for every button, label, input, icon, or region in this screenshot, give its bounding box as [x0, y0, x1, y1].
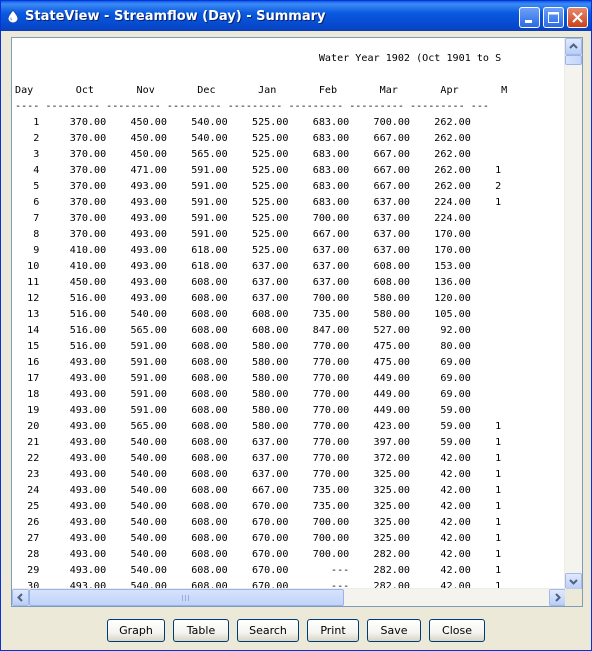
close-window-button[interactable] — [567, 7, 588, 28]
scroll-left-button[interactable] — [12, 589, 29, 606]
vertical-scrollbar[interactable] — [564, 38, 582, 590]
report-scroll-pane[interactable]: Water Year 1902 (Oct 1901 to S Day Oct N… — [11, 37, 583, 607]
horizontal-scrollbar[interactable] — [12, 588, 566, 606]
water-drop-icon — [7, 9, 19, 23]
maximize-button[interactable] — [543, 7, 564, 28]
window-title: StateView - Streamflow (Day) - Summary — [25, 9, 326, 24]
save-button[interactable]: Save — [367, 619, 421, 642]
search-button[interactable]: Search — [237, 619, 299, 642]
vertical-scroll-thumb[interactable] — [565, 55, 582, 65]
arrow-left-icon — [17, 593, 23, 602]
streamflow-report-text[interactable]: Water Year 1902 (Oct 1901 to S Day Oct N… — [15, 51, 507, 590]
horizontal-scroll-thumb[interactable] — [29, 589, 344, 606]
scroll-right-button[interactable] — [549, 589, 566, 606]
scroll-down-button[interactable] — [565, 573, 582, 590]
arrow-up-icon — [569, 43, 578, 49]
title-bar[interactable]: StateView - Streamflow (Day) - Summary — [1, 1, 591, 31]
scroll-up-button[interactable] — [565, 38, 582, 55]
graph-button[interactable]: Graph — [107, 619, 165, 642]
thumb-grip — [188, 595, 189, 601]
table-button[interactable]: Table — [173, 619, 229, 642]
arrow-down-icon — [569, 579, 578, 585]
close-icon — [572, 12, 583, 23]
print-button[interactable]: Print — [307, 619, 359, 642]
arrow-right-icon — [555, 593, 561, 602]
close-button[interactable]: Close — [429, 619, 485, 642]
minimize-button[interactable] — [519, 7, 540, 28]
scrollbar-corner — [565, 589, 582, 606]
maximize-icon — [548, 12, 559, 23]
minimize-icon — [525, 20, 532, 23]
button-bar: Graph Table Search Print Save Close — [1, 619, 591, 645]
report-text-area[interactable]: Water Year 1902 (Oct 1901 to S Day Oct N… — [12, 38, 566, 590]
thumb-grip — [185, 595, 186, 601]
thumb-grip — [182, 595, 183, 601]
streamflow-summary-window: StateView - Streamflow (Day) - Summary W… — [0, 0, 592, 651]
